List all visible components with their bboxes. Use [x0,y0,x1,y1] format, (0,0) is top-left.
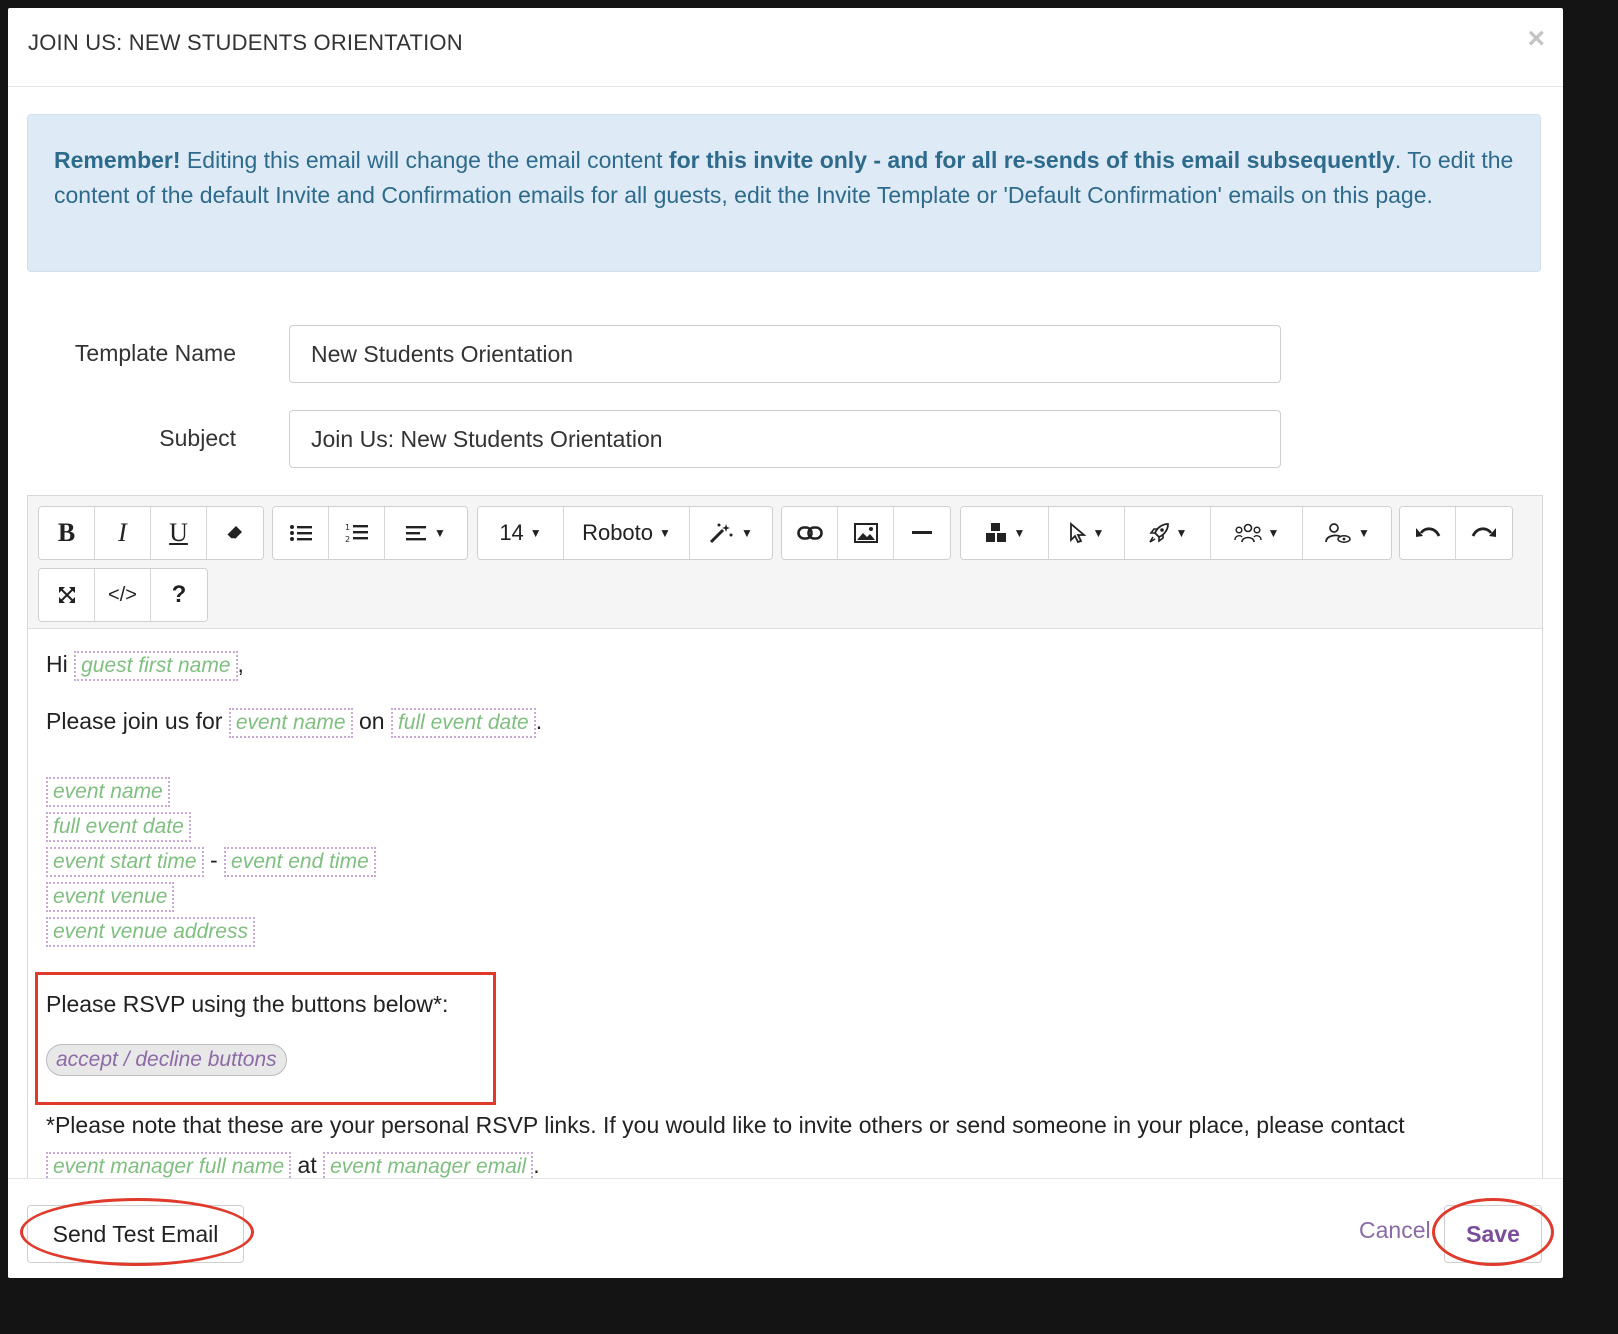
link-icon[interactable] [782,507,838,559]
accept-decline-buttons-tag[interactable]: accept / decline buttons [46,1044,287,1076]
svg-text:2: 2 [345,535,350,544]
font-size-value: 14 [499,520,524,545]
undo-icon[interactable] [1400,507,1456,559]
group-users-icon[interactable]: ▼ [1211,507,1303,559]
fullscreen-icon[interactable] [39,569,95,621]
eraser-icon[interactable] [207,507,263,559]
svg-text:1: 1 [345,523,350,532]
hi-text: Hi [46,651,68,677]
rocket-icon[interactable]: ▼ [1125,507,1211,559]
event-venue-tag[interactable]: event venue [46,882,175,912]
style-button-group: B I U [38,506,264,560]
details-event-name: event name [46,777,170,807]
user-eye-icon[interactable]: ▼ [1303,507,1391,559]
cancel-link[interactable]: Cancel [1359,1217,1431,1244]
details-full-event-date: full event date [46,812,191,842]
greeting-comma: , [237,651,244,677]
subject-input[interactable]: Join Us: New Students Orientation [289,410,1281,468]
event-start-time-tag[interactable]: event start time [46,847,204,877]
event-end-time-tag[interactable]: event end time [224,847,376,877]
align-dropdown-icon[interactable]: ▼ [385,507,467,559]
modal-title: JOIN US: NEW STUDENTS ORIENTATION [28,30,463,55]
details-event-times: event start time - event end time [46,847,376,877]
close-icon[interactable]: × [1527,24,1545,54]
send-test-email-button[interactable]: Send Test Email [27,1205,244,1263]
blocks-icon[interactable]: ▼ [961,507,1049,559]
at-text: at [297,1152,317,1178]
join-line: Please join us for event name on full ev… [46,708,542,738]
alert-strong-lead: Remember! [54,147,181,173]
view-button-group: </> ? [38,568,208,622]
font-button-group: 14 ▼ Roboto ▼ ▼ [477,506,773,560]
insert-button-group [781,506,951,560]
editor-content[interactable]: Hi guest first name, Please join us for … [28,629,1542,1194]
contact-period: . [533,1152,540,1178]
font-size-dropdown[interactable]: 14 ▼ [478,507,564,559]
widget-button-group: ▼ ▼ ▼ ▼ ▼ [960,506,1392,560]
help-button[interactable]: ? [151,569,207,621]
join-period: . [535,708,543,734]
rich-text-editor: B I U 12 ▼ 14 ▼ Roboto ▼ ▼ ▼ ▼ ▼ ▼ ▼ </>… [27,495,1543,1195]
info-alert: Remember! Editing this email will change… [27,114,1541,272]
redo-icon[interactable] [1456,507,1512,559]
rsvp-buttons-line: accept / decline buttons [46,1044,287,1076]
modal-footer: Send Test Email Cancel Save [8,1178,1563,1278]
bold-button[interactable]: B [39,507,95,559]
horizontal-rule-icon[interactable] [894,507,950,559]
modal-header: JOIN US: NEW STUDENTS ORIENTATION × [8,8,1563,87]
alert-strong-mid: for this invite only - and for all re-se… [668,147,1395,173]
full-event-date-tag[interactable]: full event date [390,708,536,738]
template-name-input[interactable]: New Students Orientation [289,325,1281,383]
email-template-modal: JOIN US: NEW STUDENTS ORIENTATION × Reme… [8,8,1563,1278]
details-event-venue-address: event venue address [46,917,255,947]
subject-label: Subject [159,425,236,451]
history-button-group [1399,506,1513,560]
join-text: Please join us for [46,708,223,734]
template-name-label: Template Name [74,340,236,366]
event-name-tag[interactable]: event name [46,777,170,807]
font-family-dropdown[interactable]: Roboto ▼ [564,507,690,559]
ordered-list-icon[interactable]: 12 [329,507,385,559]
magic-wand-icon[interactable]: ▼ [690,507,772,559]
event-name-tag[interactable]: event name [228,708,353,738]
full-event-date-tag[interactable]: full event date [46,812,191,842]
guest-first-name-tag[interactable]: guest first name [74,651,238,681]
pointer-icon[interactable]: ▼ [1049,507,1125,559]
details-event-venue: event venue [46,882,175,912]
greeting-line: Hi guest first name, [46,651,244,681]
unordered-list-icon[interactable] [273,507,329,559]
note-line: *Please note that these are your persona… [46,1112,1405,1138]
on-text: on [358,708,385,734]
save-button[interactable]: Save [1444,1205,1542,1263]
code-view-button[interactable]: </> [95,569,151,621]
underline-button[interactable]: U [151,507,207,559]
event-venue-address-tag[interactable]: event venue address [46,917,255,947]
font-family-value: Roboto [582,520,654,545]
alert-text-1: Editing this email will change the email… [180,147,669,173]
image-icon[interactable] [838,507,894,559]
editor-toolbar: B I U 12 ▼ 14 ▼ Roboto ▼ ▼ ▼ ▼ ▼ ▼ ▼ </>… [28,496,1542,629]
time-dash: - [209,847,218,873]
italic-button[interactable]: I [95,507,151,559]
paragraph-button-group: 12 ▼ [272,506,468,560]
rsvp-line: Please RSVP using the buttons below*: [46,991,449,1017]
